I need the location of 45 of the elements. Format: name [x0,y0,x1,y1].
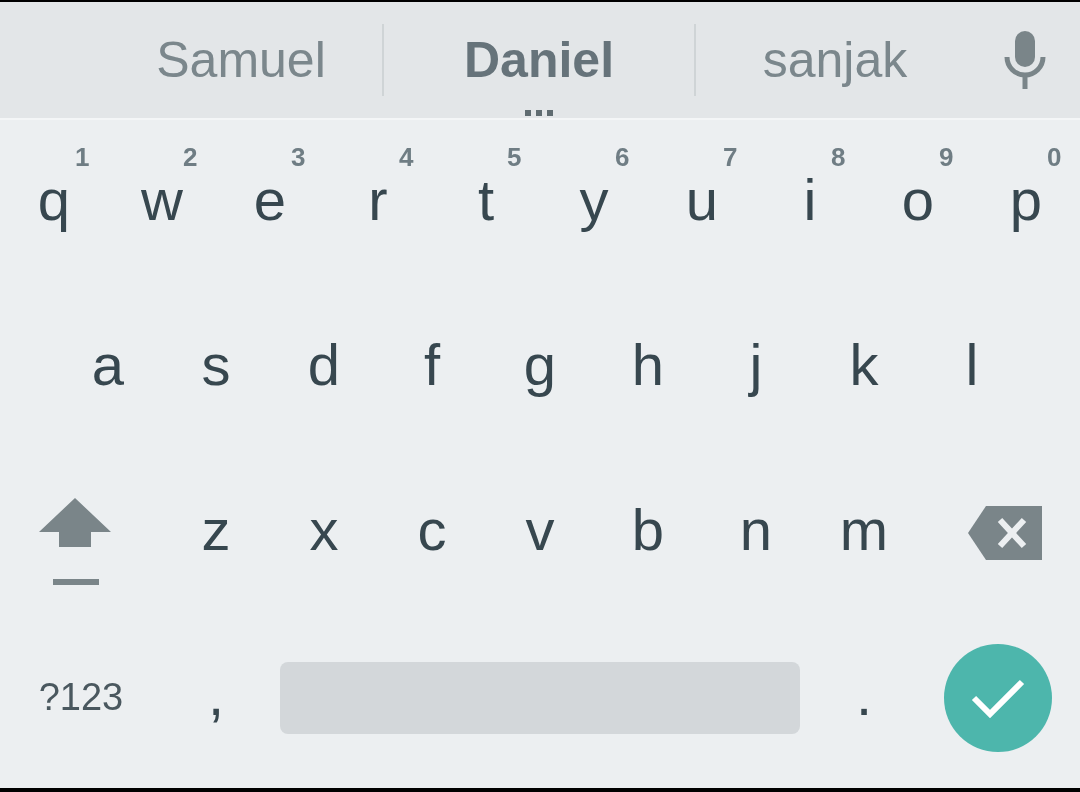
key[interactable]: p [1009,170,1043,235]
backspace-icon[interactable] [968,505,1042,560]
key[interactable]: j [749,335,763,400]
key[interactable]: t [477,170,495,235]
key[interactable]: f [423,335,441,400]
microphone-icon[interactable] [1003,31,1047,89]
key[interactable]: a [91,335,125,400]
check-icon [971,677,1025,718]
key[interactable]: . [855,665,873,730]
key[interactable]: q [37,170,71,235]
key[interactable]: m [839,500,889,565]
key[interactable]: y [579,170,609,235]
key[interactable]: w [141,170,183,235]
key[interactable]: g [523,335,557,400]
key-hint: 1 [75,142,90,173]
key[interactable]: l [965,335,979,400]
key-hint: 0 [1047,142,1062,173]
key[interactable]: d [307,335,341,400]
key[interactable]: i [803,170,817,235]
key-hint: 4 [399,142,414,173]
key[interactable]: u [685,170,719,235]
key-hint: 9 [939,142,954,173]
key-hint: 8 [831,142,846,173]
key-hint: 5 [507,142,522,173]
key-hint: 6 [615,142,630,173]
key[interactable]: c [417,500,447,565]
key[interactable]: b [631,500,665,565]
key-hint: 2 [183,142,198,173]
key[interactable]: s [201,335,231,400]
shift-icon[interactable] [39,497,111,588]
more-dots-icon [525,110,553,116]
key[interactable]: h [631,335,665,400]
key[interactable]: k [849,335,879,400]
key-hint: 3 [291,142,306,173]
key-hint: 7 [723,142,738,173]
symbols-key[interactable]: ?123 [38,676,124,719]
key[interactable]: e [253,170,287,235]
key[interactable]: o [901,170,935,235]
key[interactable]: z [201,500,231,565]
suggestion[interactable]: Daniel [463,31,615,89]
key[interactable]: , [207,665,225,730]
key[interactable]: v [525,500,555,565]
key[interactable]: x [309,500,339,565]
key[interactable]: r [368,170,388,235]
key[interactable]: n [739,500,773,565]
